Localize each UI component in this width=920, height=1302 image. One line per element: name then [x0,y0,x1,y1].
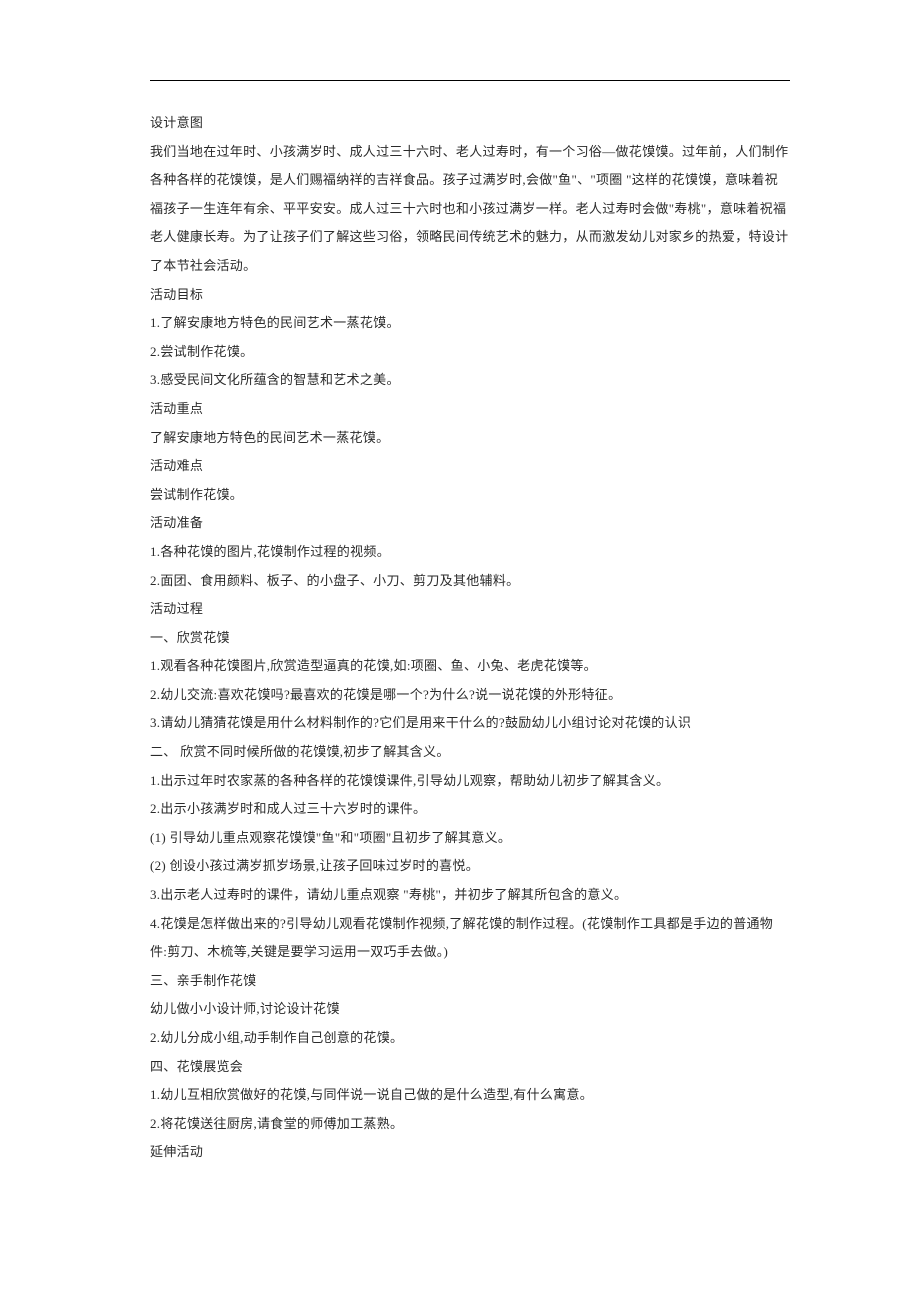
process-part3-item-1: 幼儿做小小设计师,讨论设计花馍 [150,995,790,1024]
process-part2-title: 二、 欣赏不同时候所做的花馍馍,初步了解其含义。 [150,738,790,767]
process-part2-item-2: 2.出示小孩满岁时和成人过三十六岁时的课件。 [150,795,790,824]
design-intent-body: 我们当地在过年时、小孩满岁时、成人过三十六时、老人过寿时，有一个习俗—做花馍馍。… [150,138,790,281]
process-part1-item-1: 1.观看各种花馍图片,欣赏造型逼真的花馍,如:项圈、鱼、小兔、老虎花馍等。 [150,652,790,681]
extension-title: 延伸活动 [150,1138,790,1167]
process-part2-item-1: 1.出示过年时农家蒸的各种各样的花馍馍课件,引导幼儿观察，帮助幼儿初步了解其含义… [150,767,790,796]
difficulty-body: 尝试制作花馍。 [150,481,790,510]
preparation-title: 活动准备 [150,509,790,538]
process-part1-title: 一、欣赏花馍 [150,624,790,653]
preparation-item-2: 2.面团、食用颜料、板子、的小盘子、小刀、剪刀及其他辅料。 [150,567,790,596]
process-part4-item-1: 1.幼儿互相欣赏做好的花馍,与同伴说一说自己做的是什么造型,有什么寓意。 [150,1081,790,1110]
preparation-item-1: 1.各种花馍的图片,花馍制作过程的视频。 [150,538,790,567]
process-part2-item-6: 4.花馍是怎样做出来的?引导幼儿观看花馍制作视频,了解花馍的制作过程。(花馍制作… [150,910,790,967]
process-part4-item-2: 2.将花馍送往厨房,请食堂的师傅加工蒸熟。 [150,1110,790,1139]
process-part3-item-2: 2.幼儿分成小组,动手制作自己创意的花馍。 [150,1024,790,1053]
focus-title: 活动重点 [150,395,790,424]
process-part1-item-2: 2.幼儿交流:喜欢花馍吗?最喜欢的花馍是哪一个?为什么?说一说花馍的外形特征。 [150,681,790,710]
process-part4-title: 四、花馍展览会 [150,1053,790,1082]
goals-title: 活动目标 [150,281,790,310]
goals-item-1: 1.了解安康地方特色的民间艺术一蒸花馍。 [150,309,790,338]
design-intent-title: 设计意图 [150,109,790,138]
process-part2-item-3: (1) 引导幼儿重点观察花馍馍"鱼"和"项圈"且初步了解其意义。 [150,824,790,853]
process-title: 活动过程 [150,595,790,624]
process-part1-item-3: 3.请幼儿猜猜花馍是用什么材料制作的?它们是用来干什么的?鼓励幼儿小组讨论对花馍… [150,709,790,738]
goals-item-2: 2.尝试制作花馍。 [150,338,790,367]
goals-item-3: 3.感受民间文化所蕴含的智慧和艺术之美。 [150,366,790,395]
document-content: 设计意图 我们当地在过年时、小孩满岁时、成人过三十六时、老人过寿时，有一个习俗—… [150,109,790,1167]
process-part2-item-5: 3.出示老人过寿时的课件，请幼儿重点观察 "寿桃"，并初步了解其所包含的意义。 [150,881,790,910]
focus-body: 了解安康地方特色的民间艺术一蒸花馍。 [150,424,790,453]
difficulty-title: 活动难点 [150,452,790,481]
horizontal-separator [150,80,790,81]
process-part2-item-4: (2) 创设小孩过满岁抓岁场景,让孩子回味过岁时的喜悦。 [150,852,790,881]
process-part3-title: 三、亲手制作花馍 [150,967,790,996]
